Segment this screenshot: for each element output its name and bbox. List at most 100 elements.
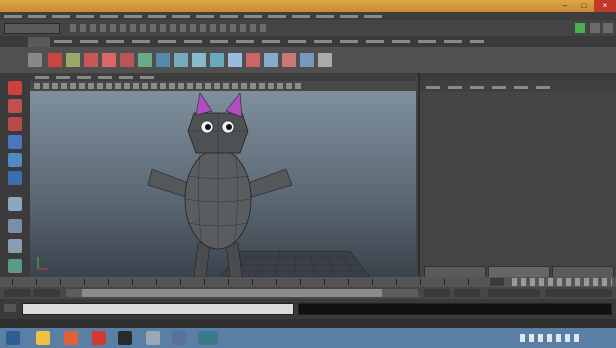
menu-item[interactable] <box>148 15 166 18</box>
attr-menu-item[interactable] <box>492 86 506 89</box>
menu-item[interactable] <box>292 15 310 18</box>
viewport-menu-item[interactable] <box>35 76 49 79</box>
menu-set-dropdown[interactable] <box>4 23 60 34</box>
range-bar-handle[interactable] <box>82 289 382 297</box>
menu-item[interactable] <box>100 15 118 18</box>
close-button[interactable]: × <box>594 0 616 12</box>
shelf-icon[interactable] <box>156 53 170 67</box>
system-tray-icons[interactable] <box>520 334 580 342</box>
menu-item[interactable] <box>364 15 382 18</box>
cat-left-pupil <box>205 124 211 130</box>
file-explorer-icon[interactable] <box>36 331 50 345</box>
playback-controls[interactable] <box>512 278 612 286</box>
playback-start-field[interactable] <box>34 289 60 297</box>
shelf-icon[interactable] <box>300 53 314 67</box>
browser-icon[interactable] <box>64 331 78 345</box>
playback-end-field[interactable] <box>424 289 450 297</box>
menu-item[interactable] <box>124 15 142 18</box>
anim-layer-dropdown[interactable] <box>488 289 540 297</box>
shelf-tab-active[interactable] <box>28 37 50 47</box>
menu-item[interactable] <box>220 15 238 18</box>
viewport-menu-item[interactable] <box>140 76 154 79</box>
shelf-icon[interactable] <box>174 53 188 67</box>
move-tool-icon[interactable] <box>8 135 22 149</box>
media-app-icon[interactable] <box>118 331 132 345</box>
menu-item[interactable] <box>316 15 334 18</box>
menu-item[interactable] <box>268 15 286 18</box>
minimize-button[interactable]: – <box>556 0 574 12</box>
start-button-icon[interactable] <box>6 331 20 345</box>
shelf-tab-labels[interactable] <box>54 40 484 43</box>
start-time-field[interactable] <box>4 289 30 297</box>
time-slider-track[interactable] <box>0 277 488 287</box>
shelf-icon[interactable] <box>66 53 80 67</box>
shelf-icon[interactable] <box>318 53 332 67</box>
menu-item[interactable] <box>52 15 70 18</box>
tool-box <box>0 73 30 283</box>
select-tool-icon[interactable] <box>8 81 22 95</box>
viewport-scene <box>37 92 371 277</box>
shelf-icon[interactable] <box>246 53 260 67</box>
command-input[interactable] <box>22 303 294 315</box>
shelf-icon[interactable] <box>120 53 134 67</box>
menu-item[interactable] <box>340 15 358 18</box>
rotate-tool-icon[interactable] <box>8 153 22 167</box>
scale-tool-icon[interactable] <box>8 171 22 185</box>
viewport-toolbar-icons[interactable] <box>34 83 304 89</box>
viewport-menu-item[interactable] <box>56 76 70 79</box>
character-set-dropdown[interactable] <box>546 289 612 297</box>
viewport-menu-item[interactable] <box>119 76 133 79</box>
paint-select-tool-icon[interactable] <box>8 117 22 131</box>
shelf-icon[interactable] <box>138 53 152 67</box>
script-language-toggle[interactable] <box>4 304 16 312</box>
shelf-icon[interactable] <box>102 53 116 67</box>
lasso-tool-icon[interactable] <box>8 99 22 113</box>
range-bar[interactable] <box>66 289 418 297</box>
shelf-icon[interactable] <box>210 53 224 67</box>
attr-menu-item[interactable] <box>426 86 440 89</box>
menu-item[interactable] <box>4 15 22 18</box>
menu-item[interactable] <box>244 15 262 18</box>
shelf-icon[interactable] <box>228 53 242 67</box>
shelf-tabs <box>0 36 616 47</box>
viewport-menu-item[interactable] <box>77 76 91 79</box>
status-line <box>0 20 616 37</box>
attr-menu-item[interactable] <box>470 86 484 89</box>
layout-outliner-icon[interactable] <box>8 259 22 273</box>
time-slider[interactable] <box>0 277 616 287</box>
help-line <box>0 319 616 328</box>
shelf-icon[interactable] <box>192 53 206 67</box>
status-line-icons[interactable] <box>70 24 270 32</box>
attr-menu-item[interactable] <box>448 86 462 89</box>
panel-toggle-icon[interactable] <box>590 23 600 33</box>
end-time-field[interactable] <box>454 289 480 297</box>
maximize-button[interactable]: □ <box>575 0 593 12</box>
current-frame-field[interactable] <box>490 278 504 286</box>
menu-item[interactable] <box>76 15 94 18</box>
layout-side-icon[interactable] <box>8 239 22 253</box>
layout-four-icon[interactable] <box>8 219 22 233</box>
render-icon[interactable] <box>575 23 585 33</box>
pdf-app-icon[interactable] <box>92 331 106 345</box>
menu-item[interactable] <box>28 15 46 18</box>
shelf-icon[interactable] <box>282 53 296 67</box>
maya-taskbar-icon[interactable] <box>198 331 218 345</box>
attribute-editor <box>418 73 616 278</box>
app-icon[interactable] <box>172 331 186 345</box>
shelf-icon[interactable] <box>264 53 278 67</box>
menu-item[interactable] <box>196 15 214 18</box>
view-axis-indicator <box>37 257 48 270</box>
viewport-persp[interactable] <box>30 91 416 277</box>
app-icon[interactable] <box>146 331 160 345</box>
viewport-menu-item[interactable] <box>98 76 112 79</box>
shelf-icon[interactable] <box>28 53 42 67</box>
layout-single-icon[interactable] <box>8 197 22 211</box>
cat-left-ear <box>195 92 213 116</box>
shelf-icon[interactable] <box>84 53 98 67</box>
shelf-icon[interactable] <box>48 53 62 67</box>
menu-item[interactable] <box>172 15 190 18</box>
panel-toggle-icon[interactable] <box>603 23 613 33</box>
attr-menu-item[interactable] <box>514 86 528 89</box>
attr-menu-item[interactable] <box>536 86 550 89</box>
range-slider <box>0 287 616 299</box>
